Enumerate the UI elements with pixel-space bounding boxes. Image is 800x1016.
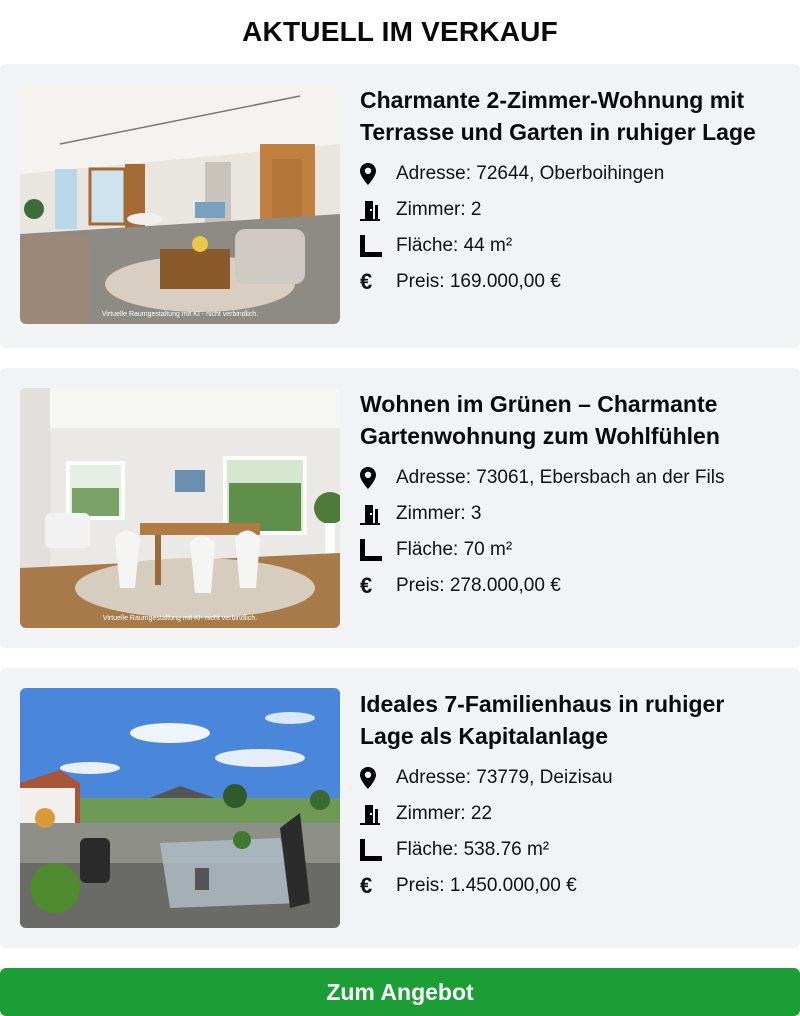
- listing-rooms-text: Zimmer: 2: [396, 199, 482, 220]
- listing-title[interactable]: Ideales 7-Familienhaus in ruhiger Lage a…: [360, 688, 780, 752]
- listing-card[interactable]: Virtuelle Raumgestaltung mit KI - nicht …: [0, 64, 800, 348]
- euro-icon: €: [360, 573, 373, 598]
- listing-area-text: Fläche: 70 m²: [396, 539, 513, 560]
- listing-address: Adresse: 72644, Oberboihingen: [360, 156, 780, 192]
- listing-card[interactable]: Ideales 7-Familienhaus in ruhiger Lage a…: [0, 668, 800, 948]
- map-pin-icon: [360, 767, 396, 789]
- listing-title[interactable]: Charmante 2-Zimmer-Wohnung mit Terrasse …: [360, 84, 780, 148]
- zum-angebot-button[interactable]: Zum Angebot: [0, 968, 800, 1016]
- ruler-icon: [360, 235, 396, 257]
- listing-area-text: Fläche: 44 m²: [396, 235, 513, 256]
- listing-info: Ideales 7-Familienhaus in ruhiger Lage a…: [360, 688, 780, 904]
- listing-card[interactable]: Virtuelle Raumgestaltung mit KI- nicht v…: [0, 368, 800, 648]
- listing-area-text: Fläche: 538.76 m²: [396, 839, 550, 860]
- listing-title[interactable]: Wohnen im Grünen – Charmante Gartenwohnu…: [360, 388, 780, 452]
- listing-rooms-text: Zimmer: 22: [396, 803, 493, 824]
- listing-price-text: Preis: 278.000,00 €: [396, 575, 561, 596]
- ruler-icon: [360, 539, 396, 561]
- euro-icon: €: [360, 873, 373, 898]
- door-icon: [360, 199, 396, 221]
- listing-photo-dining-room[interactable]: Virtuelle Raumgestaltung mit KI- nicht v…: [20, 388, 340, 628]
- listing-area: Fläche: 44 m²: [360, 228, 780, 264]
- listing-info: Wohnen im Grünen – Charmante Gartenwohnu…: [360, 388, 780, 604]
- listing-rooms: Zimmer: 2: [360, 192, 780, 228]
- door-icon: [360, 503, 396, 525]
- listing-info: Charmante 2-Zimmer-Wohnung mit Terrasse …: [360, 84, 780, 300]
- listing-price-text: Preis: 1.450.000,00 €: [396, 875, 577, 896]
- listing-price: € Preis: 1.450.000,00 €: [360, 868, 780, 904]
- map-pin-icon: [360, 467, 396, 489]
- listing-area: Fläche: 538.76 m²: [360, 832, 780, 868]
- listing-photo-living-room[interactable]: Virtuelle Raumgestaltung mit KI - nicht …: [20, 84, 340, 324]
- ruler-icon: [360, 839, 396, 861]
- listing-price-text: Preis: 169.000,00 €: [396, 271, 561, 292]
- page-title: AKTUELL IM VERKAUF: [242, 16, 558, 47]
- image-watermark-caption: Virtuelle Raumgestaltung mit KI- nicht v…: [103, 615, 257, 622]
- door-icon: [360, 803, 396, 825]
- listing-price: € Preis: 278.000,00 €: [360, 568, 780, 604]
- listing-area: Fläche: 70 m²: [360, 532, 780, 568]
- listing-address: Adresse: 73779, Deizisau: [360, 760, 780, 796]
- map-pin-icon: [360, 163, 396, 185]
- euro-icon: €: [360, 269, 373, 294]
- listing-rooms-text: Zimmer: 3: [396, 503, 482, 524]
- listing-address: Adresse: 73061, Ebersbach an der Fils: [360, 460, 780, 496]
- listing-photo-balcony[interactable]: [20, 688, 340, 928]
- image-watermark-caption: Virtuelle Raumgestaltung mit KI - nicht …: [102, 311, 258, 318]
- listing-price: € Preis: 169.000,00 €: [360, 264, 780, 300]
- listing-address-text: Adresse: 73061, Ebersbach an der Fils: [396, 467, 725, 488]
- listing-rooms: Zimmer: 3: [360, 496, 780, 532]
- listing-address-text: Adresse: 72644, Oberboihingen: [396, 163, 665, 184]
- listing-rooms: Zimmer: 22: [360, 796, 780, 832]
- listing-address-text: Adresse: 73779, Deizisau: [396, 767, 613, 788]
